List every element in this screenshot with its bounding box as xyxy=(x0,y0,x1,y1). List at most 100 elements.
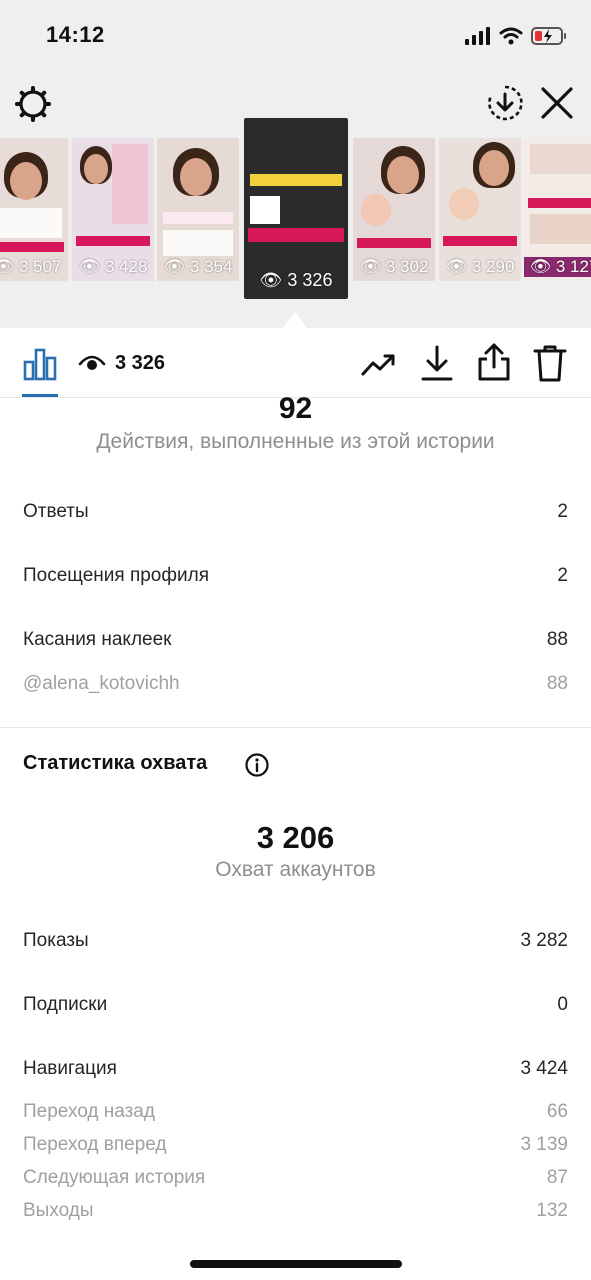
stat-value: 0 xyxy=(557,994,568,1015)
signal-icon xyxy=(465,27,490,45)
story-tag xyxy=(0,242,64,252)
story-text-block xyxy=(530,214,591,244)
stat-row-sticker-taps: Касания наклеек 88 xyxy=(23,626,568,654)
story-thumbnail[interactable]: 👁 3 290 xyxy=(439,138,521,281)
stat-label: Переход вперед xyxy=(23,1134,167,1155)
promote-trend-icon[interactable] xyxy=(360,346,398,382)
story-views-value: 3 326 xyxy=(287,270,333,290)
viewers-count[interactable]: 3 326 xyxy=(115,352,165,375)
story-text-block xyxy=(0,208,62,238)
stat-row-replies: Ответы 2 xyxy=(23,498,568,526)
stat-label: Выходы xyxy=(23,1200,94,1221)
stat-label: Навигация xyxy=(23,1058,117,1079)
stat-row-exits: Выходы 132 xyxy=(23,1197,568,1225)
stat-value: 88 xyxy=(546,629,568,650)
battery-charging-icon xyxy=(531,27,566,45)
story-views: 👁 3 302 xyxy=(359,257,429,276)
story-views: 👁 3 290 xyxy=(445,257,515,276)
eye-icon xyxy=(78,355,106,370)
stat-label: Посещения профиля xyxy=(23,565,209,586)
story-photo xyxy=(180,158,212,196)
interactions-subtitle: Действия, выполненные из этой истории xyxy=(96,430,495,453)
story-views: 👁 3 326 xyxy=(259,270,333,290)
story-photo xyxy=(361,194,391,226)
story-photo xyxy=(387,156,419,194)
bar-chart-icon[interactable] xyxy=(22,346,58,382)
story-photo xyxy=(479,150,509,186)
story-views-value: 3 302 xyxy=(385,257,429,276)
stat-row-back: Переход назад 66 xyxy=(23,1098,568,1126)
stat-row-navigation: Навигация 3 424 xyxy=(23,1055,568,1083)
story-photo xyxy=(84,154,108,184)
status-bar: 14:12 xyxy=(0,0,591,70)
story-photo xyxy=(10,162,42,200)
reach-subtitle: Охват аккаунтов xyxy=(215,858,376,881)
story-text-block xyxy=(530,144,591,174)
status-icons xyxy=(465,24,567,48)
story-views-value: 3 354 xyxy=(189,257,233,276)
reach-total: 3 206 xyxy=(256,820,335,855)
stat-value: 88 xyxy=(546,673,568,694)
story-tag xyxy=(76,236,150,246)
share-icon[interactable] xyxy=(476,341,512,383)
story-views: 👁 3 507 xyxy=(0,257,62,276)
stat-label: Подписки xyxy=(23,994,108,1015)
stat-label: Следующая история xyxy=(23,1167,206,1188)
story-text-block xyxy=(163,212,233,224)
story-collage xyxy=(112,144,148,224)
story-tag xyxy=(443,236,517,246)
story-thumbnail[interactable]: 👁 3 302 xyxy=(353,138,435,281)
stat-row-impressions: Показы 3 282 xyxy=(23,927,568,955)
download-circle-icon[interactable] xyxy=(486,84,524,122)
story-text-block xyxy=(163,230,233,256)
stat-label: Показы xyxy=(23,930,89,951)
info-icon[interactable] xyxy=(245,753,269,777)
story-sticker xyxy=(250,196,280,224)
story-views: 👁 3 354 xyxy=(163,257,233,276)
selected-story-pointer xyxy=(283,312,307,328)
stat-row-follows: Подписки 0 xyxy=(23,991,568,1019)
story-text-block xyxy=(250,174,342,186)
stories-header: 14:12 👁 3 507 👁 3 428 👁 3 354 👁 3 326 👁 … xyxy=(0,0,591,328)
stat-label: Ответы xyxy=(23,501,89,522)
delete-trash-icon[interactable] xyxy=(532,343,568,383)
stat-row-profile-visits: Посещения профиля 2 xyxy=(23,562,568,590)
stat-label: Касания наклеек xyxy=(23,629,172,650)
wifi-icon xyxy=(499,27,523,45)
stat-label: @alena_kotovichh xyxy=(23,673,180,694)
stat-value: 2 xyxy=(557,565,568,586)
stat-value: 87 xyxy=(546,1167,568,1188)
story-thumbnail-selected[interactable]: 👁 3 326 xyxy=(244,118,348,299)
story-tag xyxy=(528,198,591,208)
stat-value: 3 424 xyxy=(520,1058,568,1079)
stat-row-mention: @alena_kotovichh 88 xyxy=(23,670,568,698)
close-icon[interactable] xyxy=(539,85,575,121)
stat-label: Переход назад xyxy=(23,1101,155,1122)
interactions-total: 92 xyxy=(278,392,313,425)
download-icon[interactable] xyxy=(419,343,455,383)
story-views-value: 3 428 xyxy=(104,257,148,276)
story-thumbnail[interactable]: 👁 3 428 xyxy=(72,138,154,281)
stat-row-next-story: Следующая история 87 xyxy=(23,1164,568,1192)
story-views-value: 3 290 xyxy=(471,257,515,276)
story-mention-sticker xyxy=(248,228,344,242)
status-time: 14:12 xyxy=(46,22,105,47)
section-divider xyxy=(0,727,591,728)
stat-value: 2 xyxy=(557,501,568,522)
stat-value: 3 282 xyxy=(520,930,568,951)
story-views-value: 3 127 xyxy=(555,257,591,276)
stat-value: 3 139 xyxy=(520,1134,568,1155)
story-thumbnail[interactable]: 👁 3 127 xyxy=(524,138,591,281)
story-tag xyxy=(357,238,431,248)
story-thumbnail[interactable]: 👁 3 507 xyxy=(0,138,68,281)
reach-section-title: Статистика охвата xyxy=(23,752,208,774)
stat-value: 66 xyxy=(546,1101,568,1122)
stat-value: 132 xyxy=(536,1200,568,1221)
story-thumbnail[interactable]: 👁 3 354 xyxy=(157,138,239,281)
story-views: 👁 3 428 xyxy=(78,257,148,276)
stories-strip: 👁 3 507 👁 3 428 👁 3 354 👁 3 326 👁 3 302 … xyxy=(0,118,591,328)
home-indicator[interactable] xyxy=(190,1260,402,1268)
story-views: 👁 3 127 xyxy=(524,257,591,277)
insights-toolbar: 3 326 xyxy=(0,328,591,398)
story-photo xyxy=(449,188,479,220)
